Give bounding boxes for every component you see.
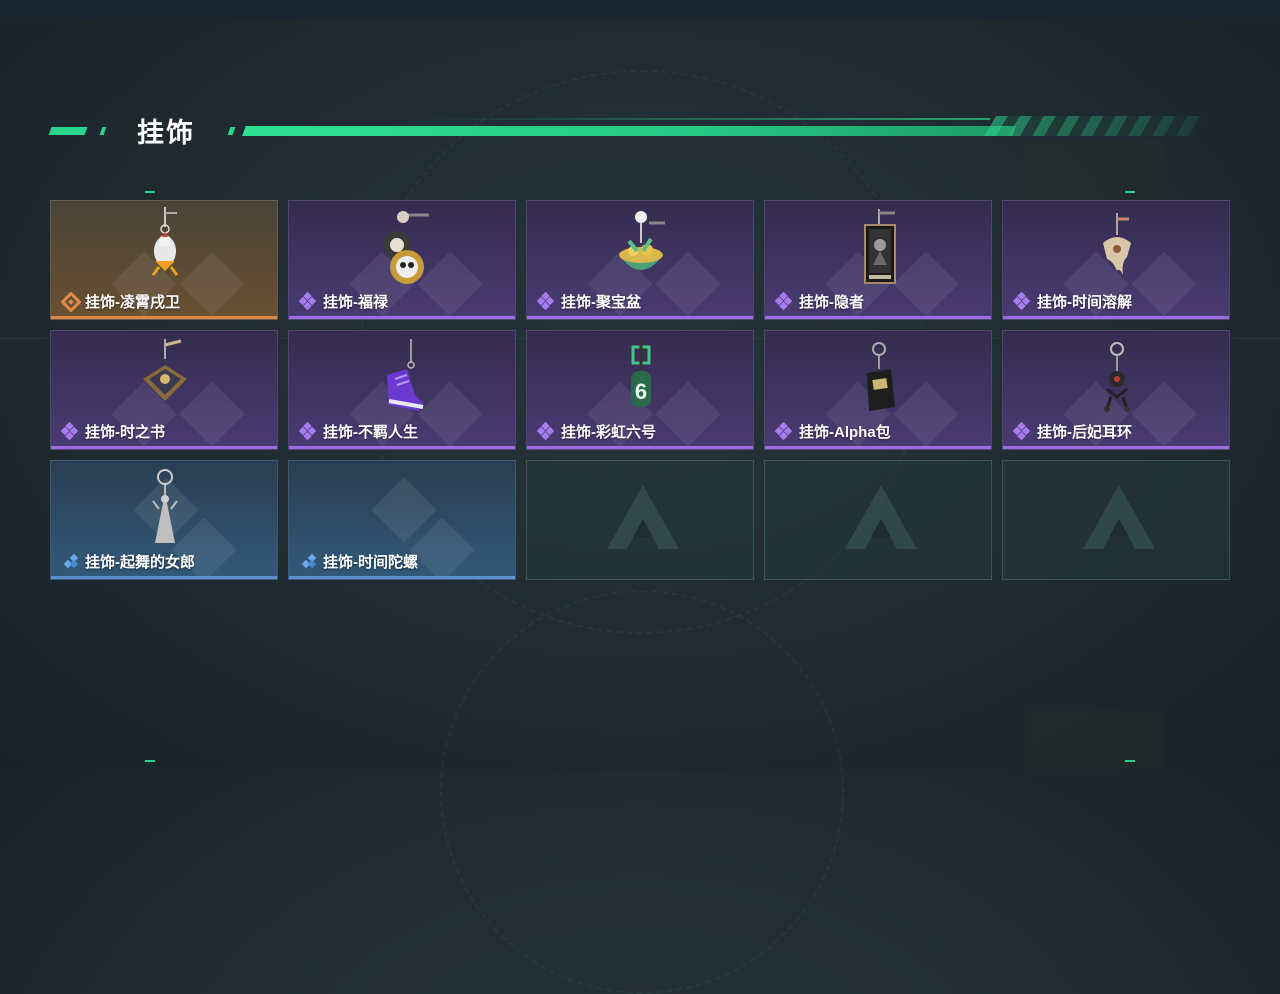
charm-card[interactable]: 挂饰-后妃耳环: [1002, 330, 1230, 450]
rarity-diamond-icon: [537, 291, 555, 310]
charm-card[interactable]: 挂饰-凌霄戌卫: [50, 200, 278, 320]
charm-name: 挂饰-时间陀螺: [323, 554, 418, 571]
header-checker-pattern: [984, 116, 1206, 136]
charm-card[interactable]: 挂饰-聚宝盆: [526, 200, 754, 320]
corner-marker-tl: [145, 191, 155, 193]
rarity-diamond-icon: [299, 421, 317, 440]
charm-card[interactable]: 挂饰-时间陀螺: [288, 460, 516, 580]
charm-name: 挂饰-不羁人生: [323, 424, 418, 441]
treasure-bowl-charm-icon: [619, 211, 665, 270]
rarity-diamond-icon: [1013, 421, 1031, 440]
charm-name: 挂饰-聚宝盆: [561, 294, 641, 311]
rarity-diamond-icon: [61, 421, 79, 440]
rarity-diamond-icon: [299, 291, 317, 310]
tarot-card-charm-icon: [864, 209, 896, 284]
header-accent-left: [48, 127, 88, 135]
charm-card[interactable]: 挂饰-不羁人生: [288, 330, 516, 450]
empty-slot: [526, 460, 754, 580]
empty-slot: [764, 460, 992, 580]
rarity-diamond-icon: [537, 421, 555, 440]
rarity-strip: [289, 576, 515, 579]
charm-card[interactable]: 挂饰-时之书: [50, 330, 278, 450]
rarity-strip: [51, 446, 277, 449]
rarity-strip: [527, 446, 753, 449]
rarity-diamond-icon: [301, 553, 317, 568]
charm-card[interactable]: 挂饰-时间溶解: [1002, 200, 1230, 320]
rarity-strip: [1003, 316, 1229, 319]
charm-name: 挂饰-凌霄戌卫: [85, 294, 180, 311]
charm-card[interactable]: 挂饰-起舞的女郎: [50, 460, 278, 580]
header-accent-bar: [242, 126, 1016, 136]
rarity-diamond-icon: [775, 421, 793, 440]
header-accent-tick-2: [227, 127, 236, 135]
header-accent-tick: [99, 127, 107, 135]
dancer-charm-icon: [152, 469, 178, 543]
background-arc-lower: [440, 590, 844, 994]
rarity-strip: [289, 316, 515, 319]
placeholder-logo-icon: [607, 485, 679, 549]
charm-name: 挂饰-时之书: [85, 424, 165, 441]
placeholder-logo-icon: [845, 485, 917, 549]
rarity-strip: [765, 316, 991, 319]
rarity-diamond-icon: [63, 553, 79, 568]
charm-name: 挂饰-福禄: [323, 294, 388, 311]
charm-name: 挂饰-时间溶解: [1037, 294, 1132, 311]
rarity-diamond-icon: [1013, 291, 1031, 310]
charm-card[interactable]: 挂饰-Alpha包: [764, 330, 992, 450]
section-title: 挂饰: [137, 118, 195, 148]
rarity-diamond-icon: [61, 291, 81, 312]
charm-card[interactable]: 挂饰-福禄: [288, 200, 516, 320]
rooster-charm-icon: [151, 207, 179, 276]
rainbow-six-charm-icon: 6: [631, 339, 651, 407]
charm-name: 挂饰-后妃耳环: [1037, 424, 1132, 441]
charm-card[interactable]: 挂饰-隐者: [764, 200, 992, 320]
header-thin-line: [420, 118, 990, 120]
corner-marker-bl: [145, 760, 155, 762]
background-shape-bottom: [1025, 710, 1165, 770]
alpha-pack-charm-icon: [867, 342, 895, 411]
charm-name: 挂饰-隐者: [799, 294, 864, 311]
rarity-strip: [527, 316, 753, 319]
rarity-strip: [51, 316, 277, 319]
charm-name: 挂饰-Alpha包: [799, 424, 891, 441]
rarity-strip: [51, 576, 277, 579]
corner-marker-tr: [1125, 191, 1135, 193]
placeholder-logo-icon: [1083, 485, 1155, 549]
rarity-diamond-icon: [775, 291, 793, 310]
charm-card[interactable]: 6 挂饰-彩虹六号: [526, 330, 754, 450]
corner-marker-br: [1125, 760, 1135, 762]
charm-name: 挂饰-彩虹六号: [561, 424, 656, 441]
background-shape: [1025, 140, 1165, 200]
earring-charm-icon: [1104, 342, 1130, 412]
book-charm-icon: [143, 339, 187, 401]
rarity-strip: [1003, 446, 1229, 449]
empty-slot: [1002, 460, 1230, 580]
rarity-strip: [289, 446, 515, 449]
panda-gourd-charm-icon: [383, 211, 429, 284]
top-strip: [0, 0, 1280, 20]
svg-text:6: 6: [635, 379, 647, 404]
sneaker-charm-icon: [387, 339, 424, 411]
charm-name: 挂饰-起舞的女郎: [85, 554, 195, 571]
rarity-strip: [765, 446, 991, 449]
melting-clock-charm-icon: [1103, 213, 1131, 275]
